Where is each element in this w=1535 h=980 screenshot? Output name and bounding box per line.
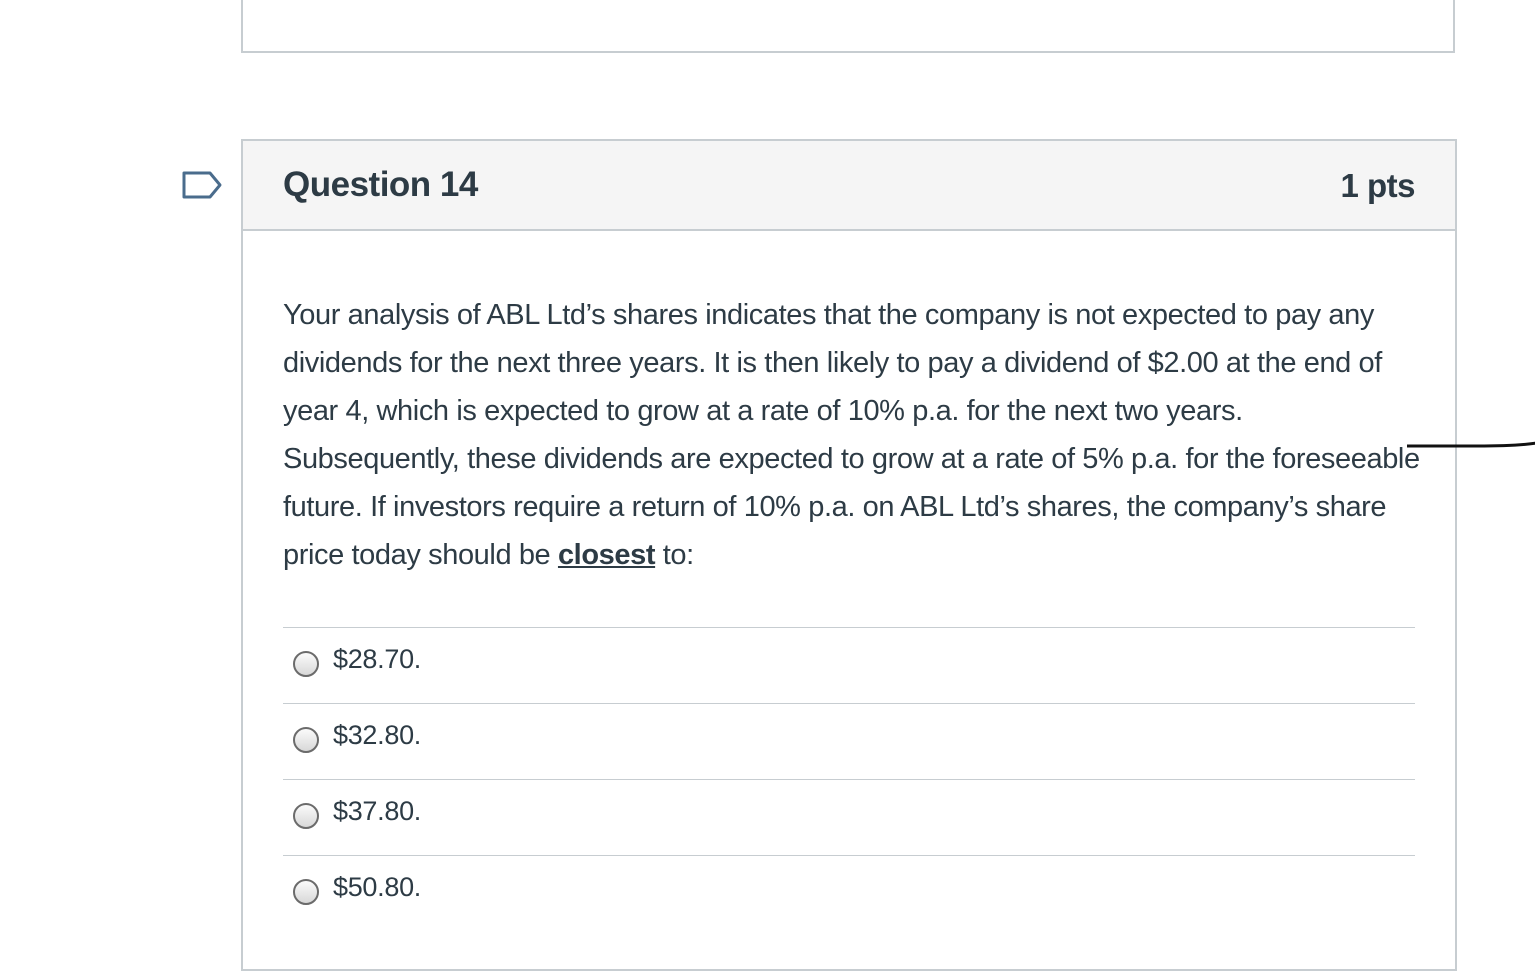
answer-label[interactable]: $28.70. bbox=[333, 644, 421, 675]
answer-option[interactable]: $28.70. bbox=[283, 627, 1415, 703]
question-header: Question 14 1 pts bbox=[243, 141, 1455, 231]
question-text: Your analysis of ABL Ltd’s shares indica… bbox=[283, 291, 1421, 579]
answer-option[interactable]: $37.80. bbox=[283, 779, 1415, 855]
answer-list: $28.70. $32.80. $37.80. $50.80. bbox=[283, 627, 1415, 931]
question-title: Question 14 bbox=[283, 165, 478, 204]
radio-button[interactable] bbox=[293, 803, 319, 829]
pen-stroke-mark bbox=[1407, 441, 1535, 448]
answer-option[interactable]: $50.80. bbox=[283, 855, 1415, 931]
radio-button[interactable] bbox=[293, 727, 319, 753]
answer-option[interactable]: $32.80. bbox=[283, 703, 1415, 779]
flag-question-icon[interactable] bbox=[182, 171, 222, 199]
answer-label[interactable]: $50.80. bbox=[333, 872, 421, 903]
question-points: 1 pts bbox=[1340, 167, 1415, 204]
answer-label[interactable]: $37.80. bbox=[333, 796, 421, 827]
answer-label[interactable]: $32.80. bbox=[333, 720, 421, 751]
question-text-end: to: bbox=[655, 539, 694, 571]
radio-button[interactable] bbox=[293, 879, 319, 905]
previous-question-box bbox=[241, 0, 1455, 53]
question-text-emphasis: closest bbox=[557, 539, 656, 571]
question-card: Question 14 1 pts Your analysis of ABL L… bbox=[241, 139, 1457, 971]
radio-button[interactable] bbox=[293, 651, 319, 677]
question-text-body: Your analysis of ABL Ltd’s shares indica… bbox=[283, 299, 1420, 571]
